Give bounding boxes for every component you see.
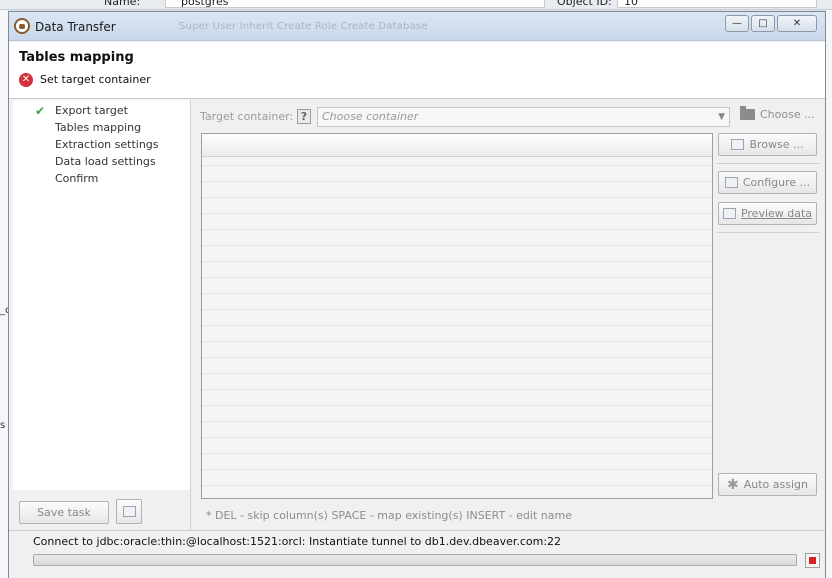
data-transfer-dialog: Data Transfer Super User Inherit Create … [8, 11, 826, 578]
background-left-edge: _c s [0, 10, 11, 578]
task-buttons-area: Save task [13, 490, 191, 530]
target-container-select[interactable]: Choose container ▼ [317, 107, 730, 127]
wizard-header: Tables mapping ✕ Set target container [9, 42, 825, 99]
stop-button[interactable] [805, 553, 820, 568]
step-extraction-settings[interactable]: Extraction settings [55, 138, 159, 151]
auto-assign-icon: ✱ [727, 476, 739, 493]
step-data-load-settings[interactable]: Data load settings [55, 155, 156, 168]
keyboard-hint: * DEL - skip column(s) SPACE - map exist… [206, 509, 572, 522]
step-tables-mapping[interactable]: Tables mapping [55, 121, 141, 134]
auto-assign-button[interactable]: ✱ Auto assign [718, 473, 817, 496]
choose-container-button[interactable]: Choose ... [740, 106, 815, 121]
browse-label: Browse ... [749, 138, 804, 151]
configure-icon [724, 177, 738, 188]
bg-name-value: postgres [181, 0, 229, 8]
bg-object-id-value: 10 [624, 0, 638, 8]
print-icon [122, 506, 136, 517]
progress-bar [33, 554, 797, 566]
page-title: Tables mapping [19, 50, 134, 65]
status-message: Connect to jdbc:oracle:thin:@localhost:1… [33, 535, 562, 548]
choose-label: Choose ... [760, 108, 815, 121]
step-confirm[interactable]: Confirm [55, 172, 98, 185]
window-title: Data Transfer [35, 20, 116, 34]
background-right-edge [826, 10, 832, 578]
configure-label: Configure ... [742, 176, 811, 189]
minimize-button[interactable]: — [725, 15, 749, 32]
target-container-placeholder: Choose container [322, 110, 419, 123]
step-export-target[interactable]: Export target [55, 104, 128, 117]
wizard-steps-panel: ✔ Export target Tables mapping Extractio… [13, 100, 191, 490]
table-icon [731, 139, 745, 150]
separator [717, 163, 819, 164]
configure-button[interactable]: Configure ... [718, 171, 817, 194]
close-button[interactable]: ✕ [777, 15, 817, 32]
checkmark-icon: ✔ [35, 104, 46, 118]
preview-data-button[interactable]: Preview data [718, 202, 817, 225]
bg-object-id-label: Object ID: [557, 0, 612, 8]
bg-object-id-field [617, 0, 817, 8]
print-task-button[interactable] [116, 499, 142, 524]
auto-assign-label: Auto assign [743, 478, 808, 491]
bg-name-label: Name: [104, 0, 141, 8]
save-task-button[interactable]: Save task [19, 501, 109, 524]
browse-button[interactable]: Browse ... [718, 133, 817, 156]
target-container-label: Target container: [200, 110, 294, 123]
preview-icon [722, 208, 736, 219]
maximize-button[interactable]: □ [751, 15, 775, 32]
status-footer: Connect to jdbc:oracle:thin:@localhost:1… [9, 530, 825, 578]
background-toolbar-ghost: Super User Inherit Create Role Create Da… [179, 21, 428, 32]
mapping-table[interactable] [201, 133, 713, 499]
separator [717, 232, 819, 233]
help-icon[interactable]: ? [297, 109, 311, 124]
error-icon: ✕ [19, 73, 33, 87]
folder-icon [740, 106, 755, 120]
background-app-toolbar: Name: postgres Object ID: 10 [0, 0, 832, 10]
preview-label: Preview data [740, 207, 813, 220]
chevron-down-icon: ▼ [718, 112, 725, 122]
title-bar: Data Transfer Super User Inherit Create … [9, 12, 825, 41]
save-task-label: Save task [37, 506, 91, 519]
error-message: Set target container [40, 73, 151, 86]
table-header [202, 134, 712, 157]
dbeaver-app-icon [14, 18, 30, 34]
